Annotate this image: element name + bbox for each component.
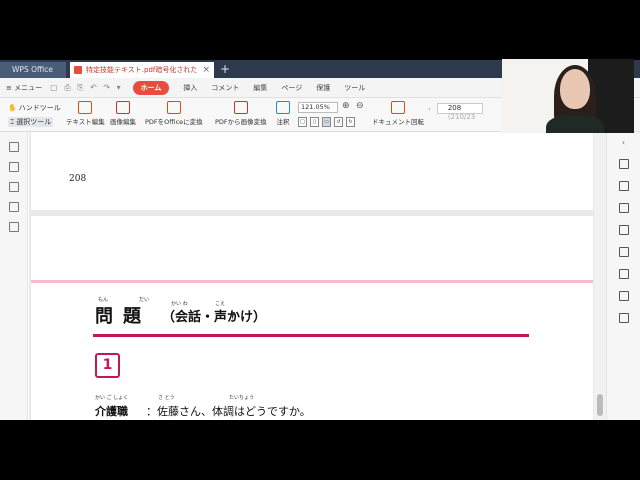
rotate-left-icon[interactable]: ↺ [334,117,343,127]
thumbnail-icon[interactable] [8,162,19,172]
right-sidebar: ‹ [606,132,640,420]
zoom-in-icon[interactable]: ⊕ [342,101,350,111]
hand-icon: ✋ [8,104,17,112]
page-subtitle: （会話・声かけ） [162,310,267,325]
form-icon[interactable] [618,225,629,235]
ruby-sato: さ とう [158,395,175,401]
compare-icon[interactable] [618,269,629,279]
section-number-badge: 1 [95,353,120,378]
dialogue-line: ：佐藤さん、体調はどうですか。 [146,405,311,418]
bookmark-icon[interactable] [8,142,19,152]
pdf-to-office-label: PDFをOfficeに変換 [145,118,203,126]
webcam-person-face [560,69,590,109]
hand-tool-button[interactable]: ✋ ハンドツール [8,103,61,113]
image-edit-button[interactable]: 画像編集 [110,101,136,126]
pdf-file-icon [74,66,82,74]
single-page-icon[interactable]: □ [298,117,307,127]
tab-document-label: 特定技能テキスト.pdf暗号化された [86,66,198,74]
scrollbar-thumb[interactable] [597,394,603,416]
page-navigator: ‹ 208 (210/23 [428,103,483,121]
tab-page[interactable]: ページ [281,83,302,93]
pdf-convert-icon[interactable] [618,159,629,169]
select-tool-button[interactable]: ⌶ 選択ツール [8,117,54,127]
document-view[interactable]: 208 もん だい かい わ こえ 問題 （会話・声かけ） 1 かい ご しょく… [29,132,594,420]
pdf-to-office-button[interactable]: PDFをOfficeに変換 [145,101,203,126]
collapse-chevron-icon[interactable]: ‹ [607,138,640,147]
page-number-text: 208 [69,174,87,184]
pdf-page-current: もん だい かい わ こえ 問題 （会話・声かけ） 1 かい ご しょく さ と… [31,216,593,420]
tab-protect[interactable]: 保護 [316,83,330,93]
edit-icon[interactable] [618,181,629,191]
view-mode-group: □ ▯ ▭ ↺ ↻ [298,117,355,127]
pink-rule [31,280,593,283]
ruby-speaker: かい ご しょく [95,395,129,401]
annotate-icon [276,101,290,114]
select-tool-label: 選択ツール [16,118,52,126]
tab-tools[interactable]: ツール [344,83,365,93]
vertical-scrollbar[interactable] [594,132,606,420]
tab-document[interactable]: 特定技能テキスト.pdf暗号化された × [70,62,214,78]
zoom-out-icon[interactable]: ⊖ [356,101,364,111]
text-edit-icon [78,101,93,114]
tab-edit[interactable]: 編集 [253,83,267,93]
image-edit-label: 画像編集 [110,118,136,126]
convert-icon [166,101,181,114]
mouse-cursor-icon [232,312,235,320]
attachment-icon[interactable] [8,182,19,192]
sign-icon[interactable] [618,247,629,257]
page-title: 問題 [95,306,151,327]
quick-access-icons[interactable]: ▢ ⎙ ⎘ ↶ ↷ ▾ [50,83,123,93]
tab-wps-office[interactable]: WPS Office [0,62,66,78]
cursor-icon: ⌶ [10,117,15,126]
prev-page-icon[interactable]: ‹ [428,105,431,113]
text-edit-label: テキスト編集 [66,118,105,126]
rotate-right-icon[interactable]: ↻ [346,117,355,127]
new-tab-button[interactable]: + [220,61,230,77]
annotate-label: 注釈 [276,118,290,126]
page-current: 208 [447,104,462,112]
image-icon [233,101,248,114]
close-icon[interactable]: × [202,62,210,78]
print-icon[interactable] [618,291,629,301]
title-underline [93,334,529,337]
page-total: (210/23 [447,113,476,121]
signature-icon[interactable] [8,202,19,212]
text-edit-button[interactable]: テキスト編集 [66,101,105,126]
rotate-document-label: ドキュメント回転 [372,118,424,126]
double-page-icon[interactable]: ▯ [310,117,319,127]
tab-comment[interactable]: コメント [211,83,239,93]
zoom-input[interactable]: 121.05% [298,102,338,113]
tab-insert[interactable]: 挿入 [183,83,197,93]
image-edit-icon [116,101,130,114]
bottom-letterbox [0,420,640,480]
settings-icon[interactable] [618,313,629,323]
pdf-page-previous: 208 [31,132,593,210]
continuous-page-icon[interactable]: ▭ [322,117,331,127]
hand-tool-label: ハンドツール [18,104,61,112]
rotate-document-button[interactable]: ドキュメント回転 [372,101,424,126]
webcam-overlay [502,59,634,133]
page-number-input[interactable]: 208 (210/23 [436,103,483,121]
pdf-to-image-button[interactable]: PDFから画像変換 [215,101,267,126]
rotate-document-icon [391,101,405,114]
tab-home[interactable]: ホーム [132,80,170,95]
top-letterbox [0,0,640,60]
speaker-label: 介護職 [95,405,128,418]
left-sidebar [0,132,28,420]
annotate-button[interactable]: 注釈 [276,101,290,126]
webcam-person-body [546,115,604,133]
export-icon[interactable] [8,222,19,232]
export-pdf-icon[interactable] [618,203,629,213]
pdf-to-image-label: PDFから画像変換 [215,118,267,126]
ruby-taicho: たいちょう [229,395,255,401]
main-menu-button[interactable]: ≡ メニュー [6,83,42,93]
